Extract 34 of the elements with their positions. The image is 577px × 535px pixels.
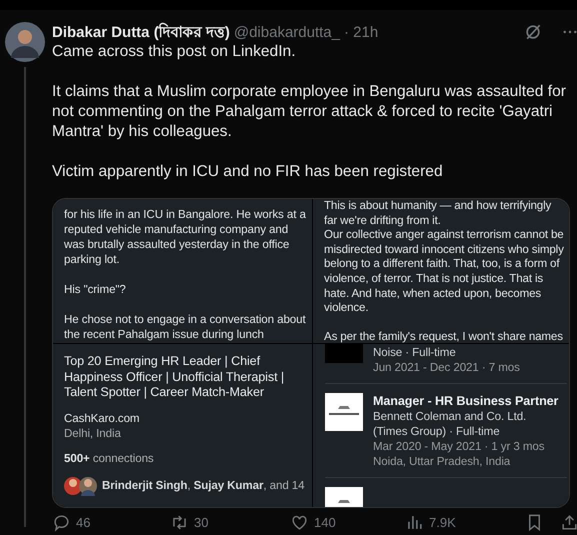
author-name[interactable]: Dibakar Dutta (দিবাকর দত্ত) (52, 20, 230, 44)
mutual-connections-text: Brinderjit Singh, Sujay Kumar, and 14 (102, 478, 304, 493)
job-detail: Noise · Full-time (373, 345, 457, 360)
location-text: Delhi, India (64, 426, 122, 440)
avatar (5, 22, 45, 62)
reply-button[interactable]: 46 (52, 512, 170, 532)
post-paragraph: Our collective anger against terrorism cannot be misdirected toward innocent citizens who simply belong to a different faith. That, too, is a form of violence, of terror. That is not justice. That is hate. And hate, when acted upon, becomes violence. (324, 228, 565, 316)
company-name: CashKaro.com (64, 410, 140, 426)
post-time[interactable]: · 21h (344, 24, 378, 40)
post-paragraph: As per the family's request, I won't share names (324, 330, 564, 343)
post-paragraph: He chose not to engage in a conversation about the recent Pahalgam issue during lunch (64, 312, 307, 342)
post-paragraph: This is about humanity — and how terrifyingly far we're drifting from it. (324, 199, 552, 228)
post-text: Came across this post on LinkedIn. (52, 42, 297, 62)
connections-count: 500+ connections (64, 450, 155, 466)
reply-icon (52, 512, 71, 532)
repost-button[interactable]: 30 (170, 512, 290, 532)
job-title: Manager - HR Business Partner (373, 393, 559, 409)
job-detail: Noida, Uttar Pradesh, India (373, 454, 512, 469)
company-logo-icon (325, 393, 363, 431)
job-detail: Bennett Coleman and Co. Ltd. (Times Group) · Full-time (373, 409, 528, 439)
repost-icon (170, 512, 189, 532)
like-button[interactable]: 140 (290, 512, 405, 532)
post-text: It claims that a Muslim corporate employee in Bengaluru was assaulted for not commenting on the Pahalgam terror attack & forced to recite 'Gayatri Mantra' by his colleagues. (52, 82, 567, 142)
job-detail: Mar 2020 - May 2021 · 1 yr 3 mos (373, 439, 546, 454)
mutual-avatars-icon (64, 476, 97, 496)
post-text: Victim apparently in ICU and no FIR has been registered (52, 162, 444, 182)
author-handle[interactable]: @dibakardutta_ (234, 24, 340, 40)
job-detail: Jun 2021 - Dec 2021 · 7 mos (373, 360, 520, 375)
views-button[interactable]: 7.9K (405, 512, 525, 532)
share-button[interactable] (560, 512, 577, 532)
share-icon (560, 512, 577, 532)
post-paragraph: His "crime"? (64, 282, 127, 297)
post-paragraph: for his life in an ICU in Bangalore. He works at a reputed vehicle manufacturing company and was brutally assaulted yesterday in the office parking lot. (64, 207, 307, 267)
profile-headline: Top 20 Emerging HR Leader | Chief Happiness Officer | Unofficial Therapist | Talent Spotter | Career Match-Maker (64, 353, 286, 400)
